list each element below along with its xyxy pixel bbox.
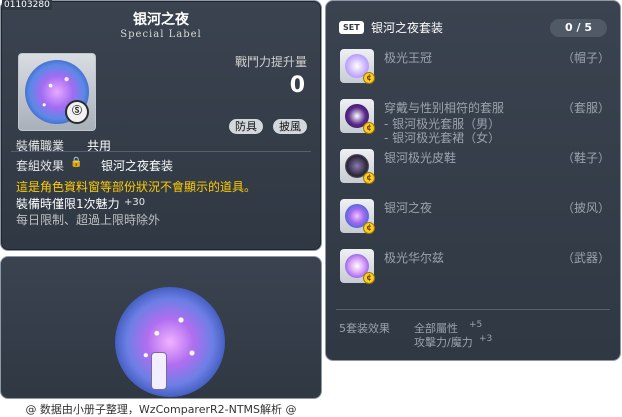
limit-text: 每日限制、超過上限時除外 [16, 213, 161, 227]
coin-icon: ¢ [363, 222, 375, 234]
set-effect-label: 套組效果 [16, 159, 65, 173]
set-name: 银河之夜套装 [101, 159, 174, 173]
set-count-badge: 0 / 5 [550, 19, 607, 37]
weapon-icon: ¢ [340, 249, 375, 284]
equip-charm-bonus: +30 [124, 197, 146, 208]
warning-text: 這是角色資料窗等部份狀況不會顯示的道具。 [16, 180, 257, 194]
special-label: Special Label [120, 29, 202, 40]
set-item-slot: （武器） [561, 251, 610, 265]
item-tooltip: 01103280 银河之夜 Special Label Ⓢ 戰鬥力提升量 0 防… [0, 0, 322, 251]
set-item-name: 银河之夜 [384, 201, 433, 215]
set-item-name: 极光王冠 [384, 51, 433, 65]
set-effect-value: +3 [479, 334, 493, 344]
tag-cape: 披風 [273, 119, 307, 134]
character-figure [151, 352, 167, 390]
set-item: ¢ 穿戴与性别相符的套服 （套服） - 银河极光套服（男） - 银河极光套裙（女… [340, 99, 610, 145]
set-item-name: 穿戴与性别相符的套服 [384, 101, 505, 115]
power-value: 0 [289, 73, 305, 98]
item-icon-frame: Ⓢ [18, 53, 96, 131]
equip-charm-text: 裝備時僅限1次魅力 [16, 197, 120, 211]
set-effect-name: 攻擊力/魔力 [414, 336, 473, 349]
lock-icon: 🔒 [70, 157, 83, 168]
set-item-slot: （套服） [561, 101, 610, 115]
divider [11, 151, 311, 152]
set-item: ¢ 银河之夜 （披风） [340, 199, 610, 239]
cape-icon: ¢ [340, 199, 375, 234]
avatar-preview [0, 256, 322, 399]
coin-icon: ¢ [363, 172, 375, 184]
tag-armor: 防具 [229, 119, 263, 134]
set-effect-label: 5套装效果 [339, 322, 390, 335]
set-item-slot: （鞋子） [561, 151, 610, 165]
set-item: ¢ 极光华尔兹 （武器） [340, 249, 610, 289]
set-item: ¢ 银河极光皮鞋 （鞋子） [340, 149, 610, 189]
coin-icon: ¢ [363, 122, 375, 134]
set-tooltip: SET 银河之夜套装 0 / 5 ¢ 极光王冠 （帽子） ¢ 穿戴与性别相符的套… [325, 0, 621, 361]
crown-icon: ¢ [340, 49, 375, 84]
set-item-slot: （披风） [561, 201, 610, 215]
set-badge: SET [339, 21, 364, 34]
set-item-sub: - 银河极光套裙（女） [384, 131, 501, 145]
set-effect-value: +5 [469, 320, 483, 330]
suit-icon: ¢ [340, 99, 375, 134]
set-item: ¢ 极光王冠 （帽子） [340, 49, 610, 89]
divider [336, 309, 610, 310]
coin-icon: ¢ [363, 272, 375, 284]
item-name: 银河之夜 [133, 12, 189, 28]
set-title: 银河之夜套装 [371, 21, 444, 35]
power-label: 戰鬥力提升量 [234, 55, 307, 69]
special-badge-icon: Ⓢ [65, 100, 89, 124]
coin-icon: ¢ [363, 72, 375, 84]
cape-preview-glow [115, 287, 225, 397]
shoes-icon: ¢ [340, 149, 375, 184]
set-item-name: 极光华尔兹 [384, 251, 445, 265]
set-item-name: 银河极光皮鞋 [384, 151, 457, 165]
set-item-slot: （帽子） [561, 51, 610, 65]
